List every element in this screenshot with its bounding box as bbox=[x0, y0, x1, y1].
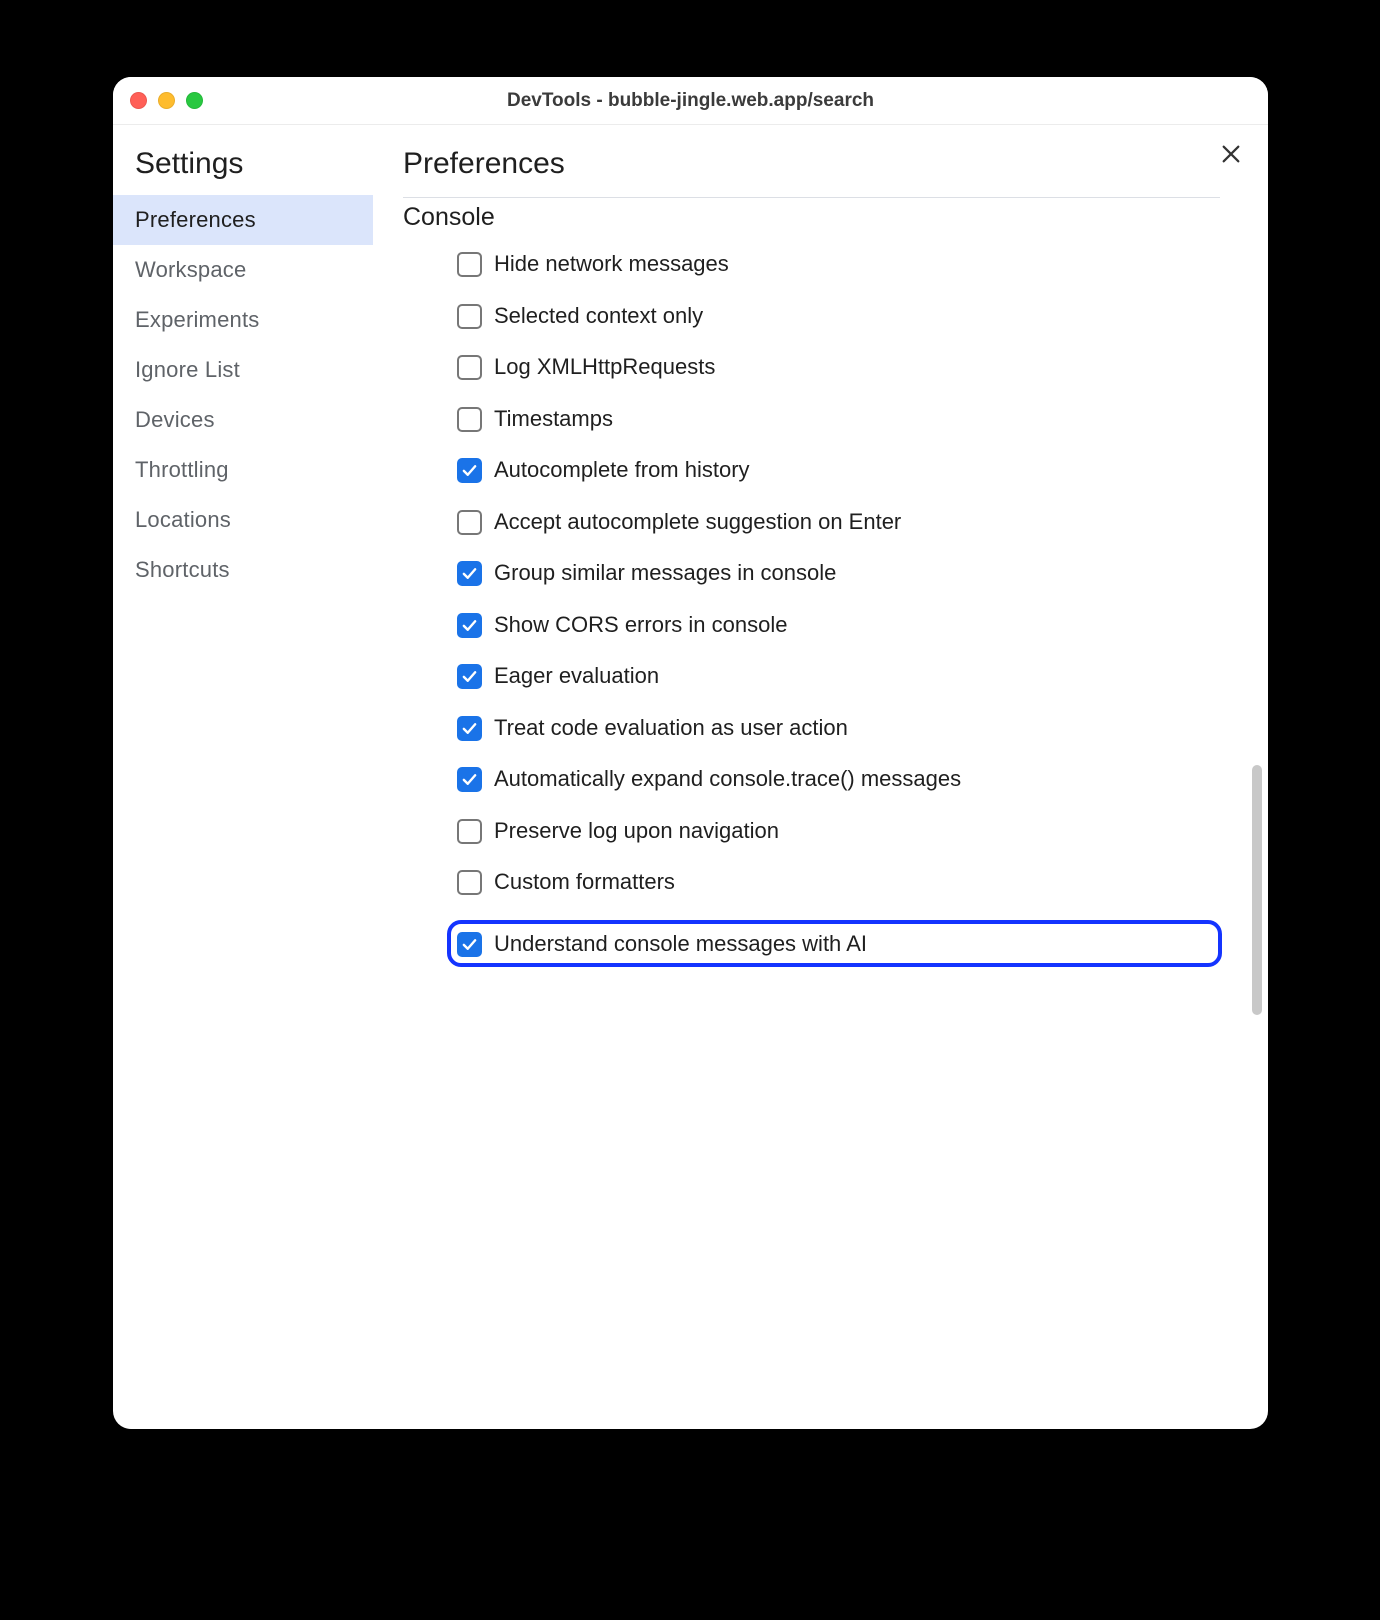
option-label: Group similar messages in console bbox=[494, 559, 836, 587]
minimize-window-button[interactable] bbox=[158, 92, 175, 109]
checkbox[interactable] bbox=[457, 458, 482, 483]
checkbox[interactable] bbox=[457, 304, 482, 329]
option-label: Treat code evaluation as user action bbox=[494, 714, 848, 742]
sidebar-item-label: Preferences bbox=[135, 207, 256, 232]
divider bbox=[403, 197, 1220, 198]
window-titlebar: DevTools - bubble-jingle.web.app/search bbox=[113, 77, 1268, 125]
window-title: DevTools - bubble-jingle.web.app/search bbox=[113, 90, 1268, 112]
settings-nav: Preferences Workspace Experiments Ignore Li… bbox=[113, 195, 373, 595]
opt-custom-formatters: Custom formatters bbox=[457, 868, 1222, 896]
checkbox[interactable] bbox=[457, 510, 482, 535]
opt-group-similar-messages: Group similar messages in console bbox=[457, 559, 1222, 587]
page-title: Preferences bbox=[403, 147, 1220, 181]
zoom-window-button[interactable] bbox=[186, 92, 203, 109]
sidebar-item-ignore-list[interactable]: Ignore List bbox=[113, 345, 373, 395]
checkbox[interactable] bbox=[457, 407, 482, 432]
option-label: Accept autocomplete suggestion on Enter bbox=[494, 508, 901, 536]
opt-auto-expand-trace: Automatically expand console.trace() mes… bbox=[457, 765, 1222, 793]
opt-hide-network-messages: Hide network messages bbox=[457, 250, 1222, 278]
opt-understand-with-ai: Understand console messages with AI bbox=[447, 920, 1222, 968]
checkbox[interactable] bbox=[457, 870, 482, 895]
opt-eager-evaluation: Eager evaluation bbox=[457, 662, 1222, 690]
sidebar-item-label: Experiments bbox=[135, 307, 259, 332]
option-label: Timestamps bbox=[494, 405, 613, 433]
option-label: Autocomplete from history bbox=[494, 456, 750, 484]
sidebar-item-workspace[interactable]: Workspace bbox=[113, 245, 373, 295]
sidebar-item-label: Shortcuts bbox=[135, 557, 230, 582]
settings-main: Preferences Console Hide network message… bbox=[373, 125, 1268, 1429]
checkbox[interactable] bbox=[457, 932, 482, 957]
checkbox[interactable] bbox=[457, 252, 482, 277]
opt-preserve-log: Preserve log upon navigation bbox=[457, 817, 1222, 845]
console-options: Hide network messages Selected context on… bbox=[403, 250, 1222, 1007]
checkbox[interactable] bbox=[457, 355, 482, 380]
option-label: Eager evaluation bbox=[494, 662, 659, 690]
opt-autocomplete-from-history: Autocomplete from history bbox=[457, 456, 1222, 484]
sidebar-title: Settings bbox=[113, 147, 373, 195]
checkbox[interactable] bbox=[457, 716, 482, 741]
opt-show-cors-errors: Show CORS errors in console bbox=[457, 611, 1222, 639]
checkbox[interactable] bbox=[457, 819, 482, 844]
option-label: Custom formatters bbox=[494, 868, 675, 896]
window-controls bbox=[113, 92, 203, 109]
sidebar-item-locations[interactable]: Locations bbox=[113, 495, 373, 545]
sidebar-item-shortcuts[interactable]: Shortcuts bbox=[113, 545, 373, 595]
close-window-button[interactable] bbox=[130, 92, 147, 109]
preferences-scroll[interactable]: Console Hide network messages Selected co… bbox=[403, 201, 1256, 1429]
opt-log-xmlhttprequests: Log XMLHttpRequests bbox=[457, 353, 1222, 381]
opt-timestamps: Timestamps bbox=[457, 405, 1222, 433]
sidebar-item-label: Devices bbox=[135, 407, 215, 432]
option-label: Automatically expand console.trace() mes… bbox=[494, 765, 961, 793]
sidebar-item-label: Throttling bbox=[135, 457, 229, 482]
checkbox[interactable] bbox=[457, 664, 482, 689]
scrollbar-thumb[interactable] bbox=[1252, 765, 1262, 1015]
option-label: Understand console messages with AI bbox=[494, 930, 867, 958]
opt-treat-code-eval-user-action: Treat code evaluation as user action bbox=[457, 714, 1222, 742]
option-label: Selected context only bbox=[494, 302, 703, 330]
sidebar-item-preferences[interactable]: Preferences bbox=[113, 195, 373, 245]
sidebar-item-label: Ignore List bbox=[135, 357, 240, 382]
opt-accept-autocomplete-on-enter: Accept autocomplete suggestion on Enter bbox=[457, 508, 1222, 536]
option-label: Preserve log upon navigation bbox=[494, 817, 779, 845]
sidebar-item-label: Locations bbox=[135, 507, 231, 532]
opt-selected-context-only: Selected context only bbox=[457, 302, 1222, 330]
checkbox[interactable] bbox=[457, 561, 482, 586]
option-label: Log XMLHttpRequests bbox=[494, 353, 715, 381]
devtools-window: DevTools - bubble-jingle.web.app/search … bbox=[113, 77, 1268, 1429]
sidebar-item-label: Workspace bbox=[135, 257, 246, 282]
checkbox[interactable] bbox=[457, 613, 482, 638]
option-label: Hide network messages bbox=[494, 250, 729, 278]
option-label: Show CORS errors in console bbox=[494, 611, 787, 639]
section-title-console: Console bbox=[403, 203, 1222, 232]
settings-sidebar: Settings Preferences Workspace Experiments… bbox=[113, 125, 373, 1429]
sidebar-item-experiments[interactable]: Experiments bbox=[113, 295, 373, 345]
sidebar-item-devices[interactable]: Devices bbox=[113, 395, 373, 445]
checkbox[interactable] bbox=[457, 767, 482, 792]
sidebar-item-throttling[interactable]: Throttling bbox=[113, 445, 373, 495]
